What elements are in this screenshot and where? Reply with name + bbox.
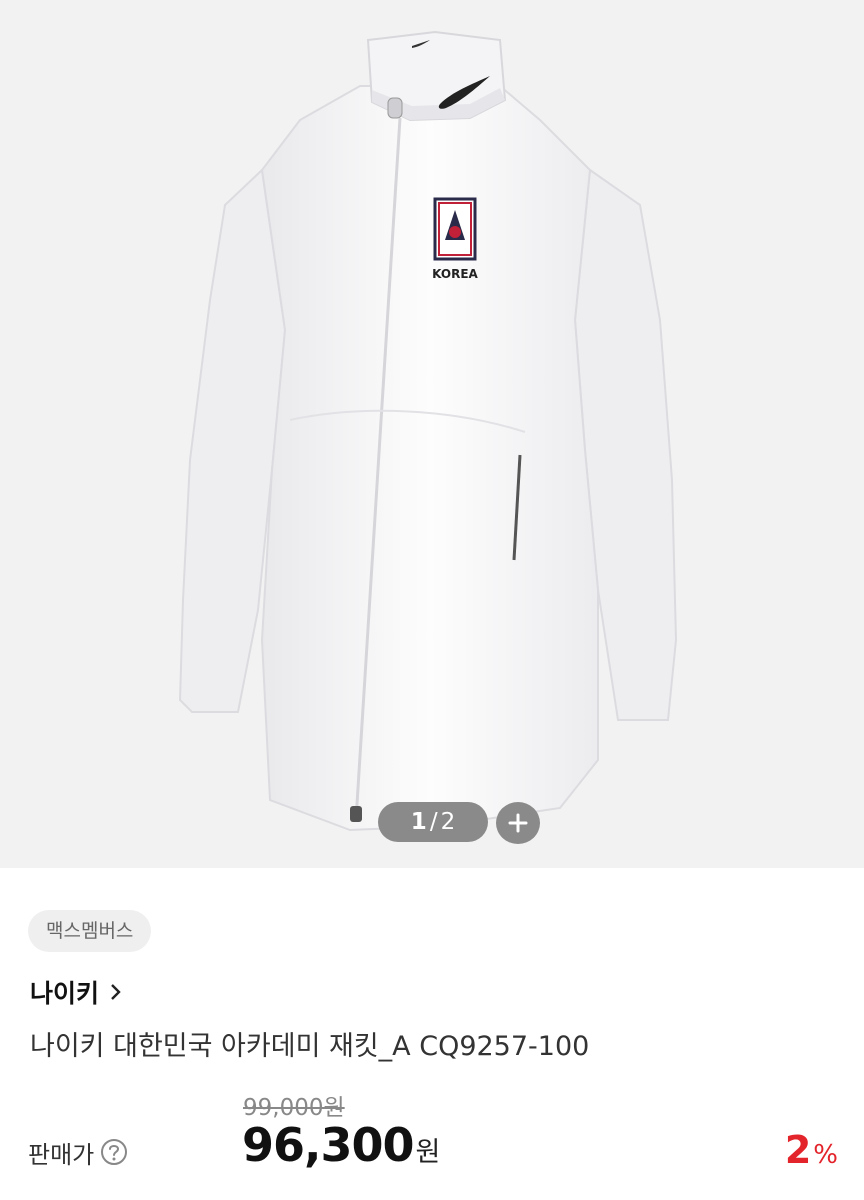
plus-icon bbox=[508, 813, 528, 833]
discount-rate: 2 % bbox=[785, 1128, 838, 1172]
brand-name: 나이키 bbox=[30, 979, 100, 1008]
original-price: 99,000원 bbox=[243, 1095, 345, 1121]
korea-crest bbox=[433, 197, 477, 261]
product-title: 나이키 대한민국 아카데미 재킷_A CQ9257-100 bbox=[30, 1031, 590, 1062]
sale-price-value: 96,300 bbox=[242, 1118, 415, 1172]
zoom-button[interactable] bbox=[496, 802, 540, 844]
brand-link[interactable]: 나이키 bbox=[30, 972, 121, 1012]
price-label: 판매가 bbox=[28, 1140, 95, 1169]
price-label-row: 판매가 bbox=[28, 1132, 128, 1172]
sale-price-unit: 원 bbox=[415, 1137, 441, 1168]
question-circle-icon[interactable] bbox=[100, 1138, 128, 1166]
current-image-number: 1 bbox=[410, 809, 427, 835]
chevron-right-icon bbox=[111, 984, 121, 1000]
sale-price: 96,300 원 bbox=[242, 1118, 440, 1172]
crest-text: KOREA bbox=[432, 267, 478, 281]
discount-unit: % bbox=[813, 1140, 838, 1170]
product-image: KOREA bbox=[178, 30, 678, 832]
member-badge: 맥스멤버스 bbox=[28, 910, 152, 952]
product-image-gallery[interactable]: KOREA 1/2 bbox=[0, 0, 864, 868]
image-counter: 1/2 bbox=[378, 802, 488, 842]
total-image-number: 2 bbox=[440, 809, 456, 835]
counter-divider: / bbox=[429, 809, 438, 835]
discount-value: 2 bbox=[784, 1128, 812, 1172]
